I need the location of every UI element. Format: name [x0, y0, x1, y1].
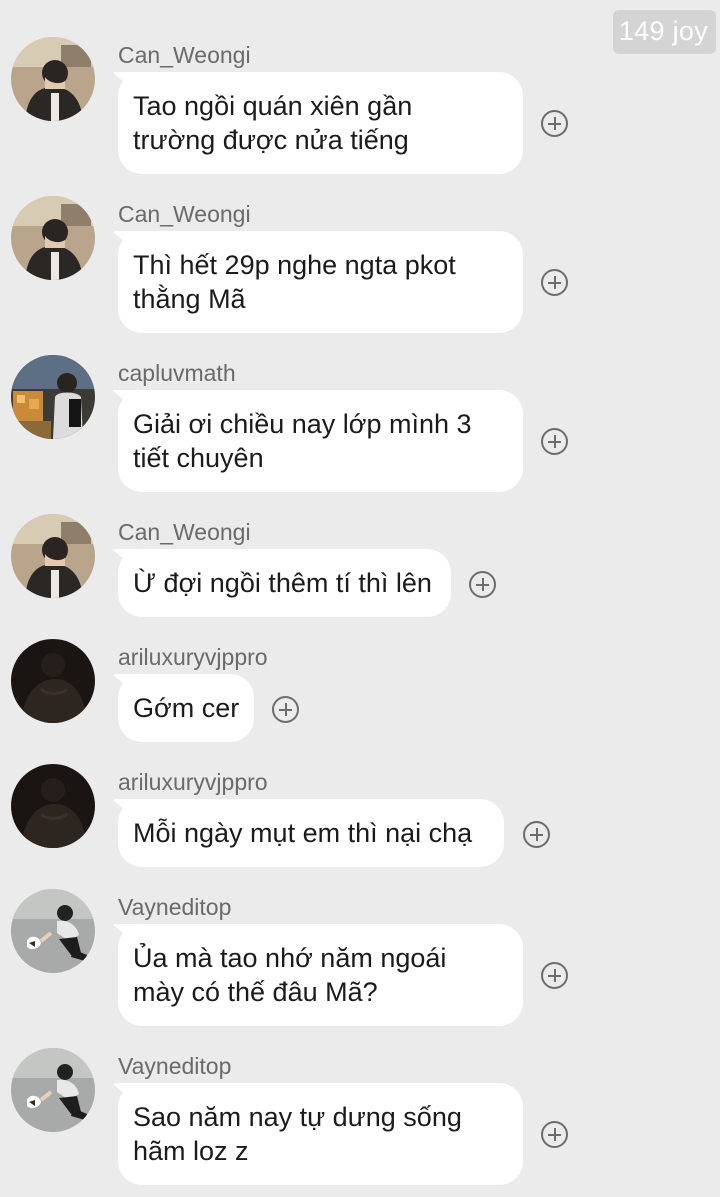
message-text: Thì hết 29p nghe ngta pkot	[133, 250, 456, 280]
add-reaction-icon[interactable]	[523, 821, 550, 848]
message-bubble[interactable]: Tao ngồi quán xiên gần trường được nửa t…	[118, 72, 523, 174]
avatar[interactable]	[11, 355, 95, 439]
sender-name: Can_Weongi	[118, 42, 251, 68]
message-bubble[interactable]: Giải ơi chiều nay lớp mình 3 tiết chuyên	[118, 390, 523, 492]
add-reaction-icon[interactable]	[469, 571, 496, 598]
chat-thread: 149 joy Can_Weongi Tao ngồi quán xiên gầ…	[0, 0, 720, 1197]
message-text: hãm loz z	[133, 1136, 249, 1166]
add-reaction-icon[interactable]	[272, 696, 299, 723]
message-bubble[interactable]: Gớm cer	[118, 674, 254, 742]
avatar[interactable]	[11, 1048, 95, 1132]
avatar[interactable]	[11, 639, 95, 723]
message-text: Ủa mà tao nhớ năm ngoái	[133, 943, 447, 973]
avatar[interactable]	[11, 889, 95, 973]
sender-name: Can_Weongi	[118, 519, 251, 545]
message-text: Mỗi ngày mụt em thì nại chạ	[133, 818, 473, 848]
sender-name: Vayneditop	[118, 894, 232, 920]
sender-name: ariluxuryvjppro	[118, 769, 268, 795]
watermark-label: 149 joy	[612, 10, 716, 54]
message-text: thằng Mã	[133, 284, 246, 314]
sender-name: Can_Weongi	[118, 201, 251, 227]
message-text: Ừ đợi ngồi thêm tí thì lên	[133, 568, 432, 598]
add-reaction-icon[interactable]	[541, 428, 568, 455]
message-text: Giải ơi chiều nay lớp mình 3	[133, 409, 472, 439]
add-reaction-icon[interactable]	[541, 1121, 568, 1148]
message-text: mày có thế đâu Mã?	[133, 977, 378, 1007]
sender-name: ariluxuryvjppro	[118, 644, 268, 670]
sender-name: Vayneditop	[118, 1053, 232, 1079]
message-bubble[interactable]: Mỗi ngày mụt em thì nại chạ	[118, 799, 504, 867]
add-reaction-icon[interactable]	[541, 269, 568, 296]
avatar[interactable]	[11, 37, 95, 121]
avatar[interactable]	[11, 514, 95, 598]
avatar[interactable]	[11, 196, 95, 280]
sender-name: capluvmath	[118, 360, 236, 386]
add-reaction-icon[interactable]	[541, 110, 568, 137]
message-text: Gớm cer	[133, 693, 240, 723]
message-text: Tao ngồi quán xiên gần	[133, 91, 413, 121]
message-bubble[interactable]: Ừ đợi ngồi thêm tí thì lên	[118, 549, 451, 617]
message-bubble[interactable]: Sao năm nay tự dưng sống hãm loz z	[118, 1083, 523, 1185]
message-text: tiết chuyên	[133, 443, 264, 473]
avatar[interactable]	[11, 764, 95, 848]
message-bubble[interactable]: Ủa mà tao nhớ năm ngoái mày có thế đâu M…	[118, 924, 523, 1026]
message-text: trường được nửa tiếng	[133, 125, 409, 155]
message-bubble[interactable]: Thì hết 29p nghe ngta pkot thằng Mã	[118, 231, 523, 333]
add-reaction-icon[interactable]	[541, 962, 568, 989]
message-text: Sao năm nay tự dưng sống	[133, 1102, 462, 1132]
